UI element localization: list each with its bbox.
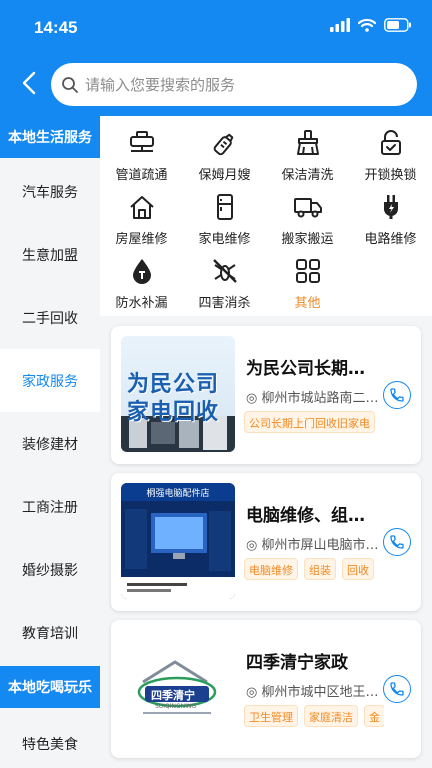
service-label: 家电维修 [198, 232, 251, 247]
service-label: 搬家搬运 [281, 232, 334, 247]
listing-thumbnail: 为民公司 家电回收 [121, 336, 235, 452]
chevron-left-icon [22, 71, 36, 95]
service-waterproof[interactable]: 防水补漏 [100, 248, 183, 312]
battery-icon [384, 18, 411, 32]
sidebar-item-recycle[interactable]: 二手回收 [0, 286, 100, 349]
tag: 家庭清洁 [304, 705, 358, 727]
plug-icon [376, 192, 406, 222]
service-moving[interactable]: 搬家搬运 [266, 184, 349, 248]
signal-icon [330, 18, 350, 32]
service-label: 保洁清洗 [281, 168, 334, 183]
listing-address: ◎ 柳州市城站路南二… [246, 391, 379, 406]
no-mosquito-icon [210, 256, 240, 286]
phone-icon [390, 535, 404, 549]
listing-tags: 公司长期上门回收旧家电 [244, 411, 384, 433]
sidebar-item-franchise[interactable]: 生意加盟 [0, 223, 100, 286]
category-sidebar: 本地生活服务 汽车服务 生意加盟 二手回收 家政服务 装修建材 工商注册 婚纱摄… [0, 116, 100, 768]
listing-address: ◎ 柳州市屏山电脑市… [246, 538, 379, 553]
sidebar-item-auto[interactable]: 汽车服务 [0, 160, 100, 223]
tag: 组装 [304, 558, 336, 580]
fridge-icon [210, 192, 240, 222]
sidebar-header-local-life[interactable]: 本地生活服务 [0, 116, 100, 158]
truck-icon [293, 192, 323, 222]
listing-card[interactable]: 为民公司 家电回收 为民公司长期… ◎ 柳州市城站路南二… 公司长期上门回收旧家… [111, 326, 421, 464]
service-locksmith[interactable]: 开锁换锁 [349, 120, 432, 184]
search-placeholder[interactable]: 请输入您要搜索的服务 [85, 74, 235, 95]
tag: 金 [364, 705, 384, 727]
listing-list: 为民公司 家电回收 为民公司长期… ◎ 柳州市城站路南二… 公司长期上门回收旧家… [100, 316, 432, 768]
back-button[interactable] [12, 66, 46, 100]
thumbnail-text: 家电回收 [127, 400, 220, 425]
tag: 公司长期上门回收旧家电 [244, 411, 375, 433]
thumbnail-text: 桐强电脑配件店 [121, 483, 235, 501]
listing-tags: 电脑维修 组装 回收 [244, 558, 384, 580]
service-other[interactable]: 其他 [266, 248, 349, 312]
listing-card[interactable]: 四季清宁 SUIQINGNING 四季清宁家政 ◎ 柳州市城中区地王… 卫生管理… [111, 620, 421, 758]
service-pest-control[interactable]: 四害消杀 [183, 248, 266, 312]
service-pipe[interactable]: 管道疏通 [100, 120, 183, 184]
service-grid: 管道疏通 保姆月嫂 保洁清洗 开锁换锁 房屋维修 家电维修 搬家搬运 电路维修 … [100, 116, 432, 316]
location-icon: ◎ [246, 538, 258, 553]
status-icons [330, 18, 412, 32]
location-icon: ◎ [246, 685, 258, 700]
service-label: 四害消杀 [198, 296, 251, 311]
phone-icon [390, 682, 404, 696]
location-icon: ◎ [246, 391, 258, 406]
listing-address: ◎ 柳州市城中区地王… [246, 685, 379, 700]
listing-title[interactable]: 四季清宁家政 [246, 648, 348, 673]
thumbnail-text: 四季清宁 [151, 689, 195, 702]
service-label: 开锁换锁 [364, 168, 417, 183]
service-label: 防水补漏 [115, 296, 168, 311]
service-electrical[interactable]: 电路维修 [349, 184, 432, 248]
tag: 电脑维修 [244, 558, 298, 580]
service-label: 其他 [294, 296, 321, 311]
service-label: 房屋维修 [115, 232, 168, 247]
listing-thumbnail: 四季清宁 SUIQINGNING [121, 630, 235, 746]
service-cleaning[interactable]: 保洁清洗 [266, 120, 349, 184]
sidebar-item-wedding-photo[interactable]: 婚纱摄影 [0, 538, 100, 601]
sidebar-item-food[interactable]: 特色美食 [0, 712, 100, 768]
sidebar-item-decoration[interactable]: 装修建材 [0, 412, 100, 475]
listing-card[interactable]: 桐强电脑配件店 电脑维修、组… ◎ 柳州市屏山电脑市… 电脑维修 组装 回收 [111, 473, 421, 611]
sidebar-item-housekeeping[interactable]: 家政服务 [0, 349, 100, 412]
tag: 卫生管理 [244, 705, 298, 727]
call-button[interactable] [383, 381, 411, 409]
sidebar-item-education[interactable]: 教育培训 [0, 601, 100, 664]
search-icon [62, 76, 78, 93]
baby-bottle-icon [210, 128, 240, 158]
service-appliance-repair[interactable]: 家电维修 [183, 184, 266, 248]
sidebar-item-business-registration[interactable]: 工商注册 [0, 475, 100, 538]
sidebar-header-entertainment[interactable]: 本地吃喝玩乐 [0, 666, 100, 708]
call-button[interactable] [383, 528, 411, 556]
water-drop-icon [127, 256, 157, 286]
lock-icon [376, 128, 406, 158]
listing-title[interactable]: 为民公司长期… [246, 354, 365, 379]
top-bar: 14:45 请输入您要搜索的服务 [0, 0, 432, 116]
house-icon [127, 192, 157, 222]
service-nanny[interactable]: 保姆月嫂 [183, 120, 266, 184]
grid-icon [293, 256, 323, 286]
listing-thumbnail: 桐强电脑配件店 [121, 483, 235, 599]
listing-tags: 卫生管理 家庭清洁 金 [244, 705, 384, 727]
pipe-icon [127, 128, 157, 158]
status-time: 14:45 [34, 18, 78, 37]
search-bar[interactable]: 请输入您要搜索的服务 [51, 63, 417, 106]
service-label: 管道疏通 [115, 168, 168, 183]
phone-icon [390, 388, 404, 402]
broom-icon [293, 128, 323, 158]
listing-title[interactable]: 电脑维修、组… [246, 501, 365, 526]
thumbnail-text: SUIQINGNING [155, 703, 196, 710]
service-label: 保姆月嫂 [198, 168, 251, 183]
tag: 回收 [342, 558, 374, 580]
call-button[interactable] [383, 675, 411, 703]
service-house-repair[interactable]: 房屋维修 [100, 184, 183, 248]
wifi-icon [358, 18, 376, 32]
service-label: 电路维修 [364, 232, 417, 247]
